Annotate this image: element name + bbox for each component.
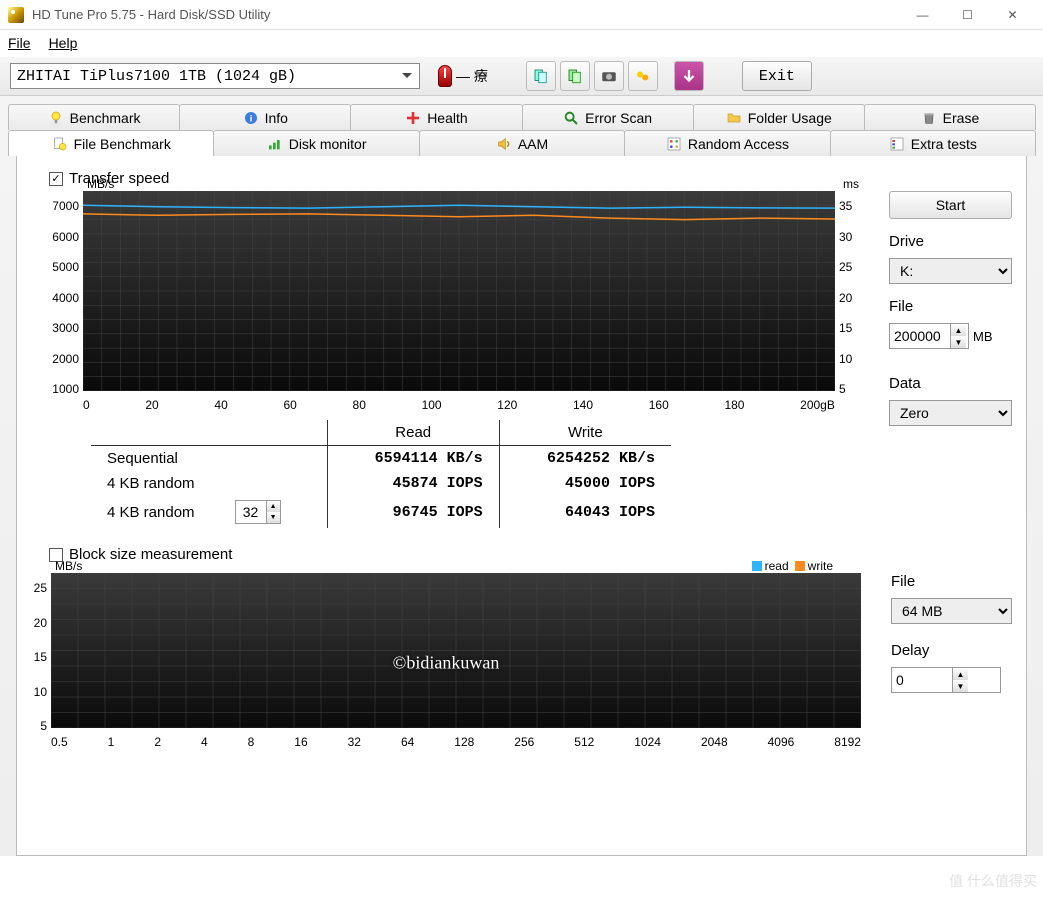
copy-info-button[interactable]: [526, 61, 556, 91]
col-write: Write: [499, 420, 671, 446]
title-bar: HD Tune Pro 5.75 - Hard Disk/SSD Utility…: [0, 0, 1043, 30]
folder-icon: [726, 110, 742, 126]
tab-folder-usage[interactable]: Folder Usage: [693, 104, 865, 130]
file-size-down[interactable]: ▼: [951, 336, 966, 348]
data-pattern-select[interactable]: Zero: [889, 400, 1012, 426]
file-benchmark-panel: ✓ Transfer speed MB/s ms 700060005000400…: [16, 156, 1027, 856]
health-icon: [405, 110, 421, 126]
random-icon: [666, 136, 682, 152]
copy-results-button[interactable]: [560, 61, 590, 91]
extra-icon: [889, 136, 905, 152]
tab-benchmark[interactable]: Benchmark: [8, 104, 180, 130]
drive-label: Drive: [889, 233, 1012, 250]
exit-button[interactable]: Exit: [742, 61, 812, 91]
data-pattern-label: Data: [889, 375, 1012, 392]
transfer-speed-checkbox[interactable]: ✓: [49, 172, 63, 186]
filebulb-icon: [52, 136, 68, 152]
chart2-y-unit: MB/s: [55, 559, 82, 573]
tab-info[interactable]: iInfo: [179, 104, 351, 130]
queue-depth-input[interactable]: [236, 501, 266, 523]
file-size-label: File: [889, 298, 1012, 315]
tab-error-scan[interactable]: Error Scan: [522, 104, 694, 130]
screenshot-button[interactable]: [594, 61, 624, 91]
chart1-y-right-unit: ms: [843, 177, 859, 191]
monitor-icon: [267, 136, 283, 152]
col-read: Read: [327, 420, 499, 446]
file-size-unit: MB: [973, 329, 993, 344]
tabs-container: BenchmarkiInfoHealthError ScanFolder Usa…: [0, 96, 1043, 856]
corner-watermark: 值 什么值得买: [949, 871, 1037, 891]
delay-down[interactable]: ▼: [953, 680, 968, 692]
drive-dropdown[interactable]: [10, 63, 420, 89]
block-file-select[interactable]: 64 MB: [891, 598, 1012, 624]
close-button[interactable]: ✕: [990, 1, 1035, 29]
app-icon: [8, 7, 24, 23]
speaker-icon: [496, 136, 512, 152]
chart1-y-left-unit: MB/s: [87, 177, 114, 191]
trash-icon: [921, 110, 937, 126]
file-size-input[interactable]: [890, 324, 950, 348]
save-button[interactable]: [674, 61, 704, 91]
delay-up[interactable]: ▲: [953, 668, 968, 680]
delay-input[interactable]: [892, 668, 952, 692]
search-icon: [563, 110, 579, 126]
tab-file-benchmark[interactable]: File Benchmark: [8, 130, 214, 156]
tab-extra-tests[interactable]: Extra tests: [830, 130, 1036, 156]
results-table: Read Write Sequential6594114 KB/s6254252…: [91, 420, 865, 528]
bulb-icon: [48, 110, 64, 126]
delay-label: Delay: [891, 642, 1012, 659]
temperature-reading: — 療: [456, 66, 488, 86]
info-icon: i: [243, 110, 259, 126]
tab-erase[interactable]: Erase: [864, 104, 1036, 130]
window-title: HD Tune Pro 5.75 - Hard Disk/SSD Utility: [32, 7, 900, 22]
block-file-label: File: [891, 573, 1012, 590]
toolbar: — 療 Exit: [0, 56, 1043, 96]
transfer-speed-chart: [83, 191, 835, 391]
file-size-up[interactable]: ▲: [951, 324, 966, 336]
tab-health[interactable]: Health: [350, 104, 522, 130]
block-size-label: Block size measurement: [69, 546, 232, 563]
maximize-button[interactable]: ☐: [945, 1, 990, 29]
start-button[interactable]: Start: [889, 191, 1012, 219]
tab-random-access[interactable]: Random Access: [624, 130, 830, 156]
drive-letter-select[interactable]: K:: [889, 258, 1012, 284]
tab-disk-monitor[interactable]: Disk monitor: [213, 130, 419, 156]
block-size-chart: [51, 573, 861, 728]
transfer-speed-label: Transfer speed: [69, 170, 169, 187]
options-button[interactable]: [628, 61, 658, 91]
minimize-button[interactable]: —: [900, 1, 945, 29]
delay-spinner[interactable]: ▲▼: [891, 667, 1001, 693]
svg-text:i: i: [249, 113, 252, 123]
file-size-spinner[interactable]: ▲▼: [889, 323, 969, 349]
thermometer-icon: [438, 65, 452, 87]
menu-file[interactable]: File: [8, 35, 31, 51]
tab-aam[interactable]: AAM: [419, 130, 625, 156]
chart2-legend: read write: [752, 559, 833, 573]
queue-depth-spinner[interactable]: ▲▼: [235, 500, 281, 524]
menu-bar: File Help: [0, 30, 1043, 56]
menu-help[interactable]: Help: [49, 35, 78, 51]
